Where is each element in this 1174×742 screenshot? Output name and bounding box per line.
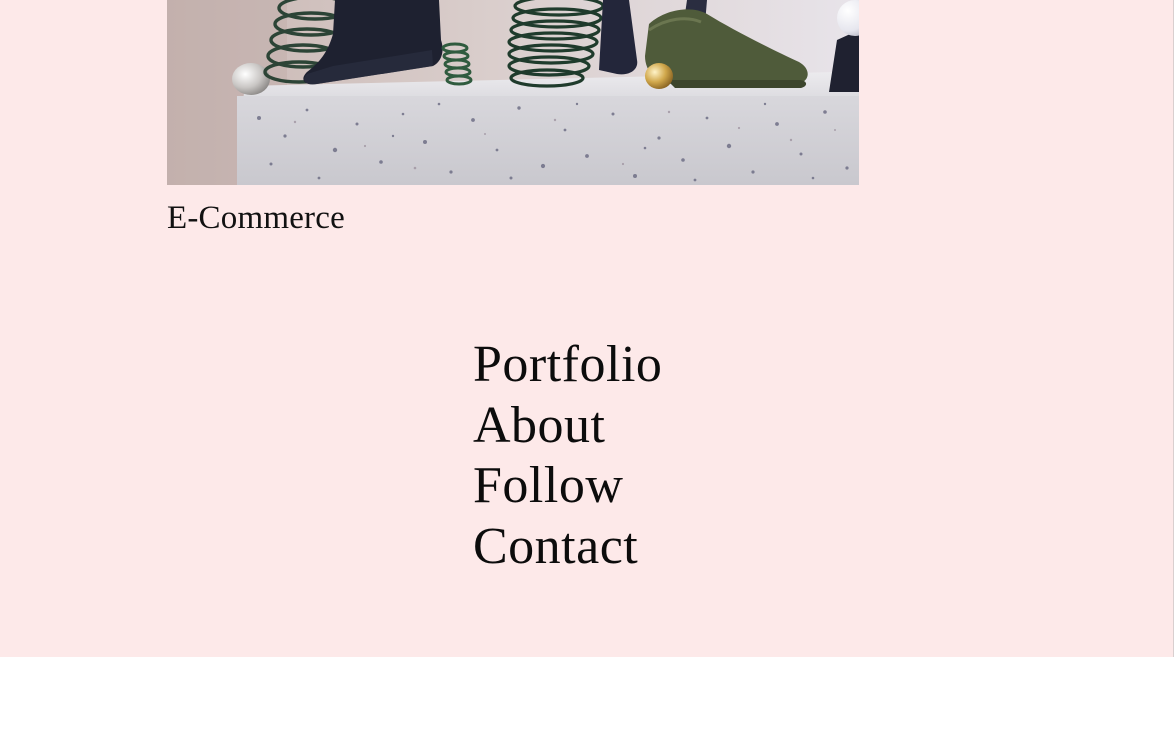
- menu-panel: E-Commerce Portfolio About Follow Contac…: [0, 0, 1173, 657]
- main-nav: Portfolio About Follow Contact: [473, 335, 733, 577]
- nav-portfolio-link[interactable]: Portfolio: [473, 335, 733, 396]
- project-caption[interactable]: E-Commerce: [167, 197, 345, 239]
- project-image[interactable]: [167, 0, 859, 185]
- nav-about-link[interactable]: About: [473, 396, 733, 457]
- page: E-Commerce Portfolio About Follow Contac…: [0, 0, 1174, 742]
- project-image-illustration: [167, 0, 859, 185]
- nav-follow-link[interactable]: Follow: [473, 456, 733, 517]
- nav-contact-link[interactable]: Contact: [473, 517, 733, 578]
